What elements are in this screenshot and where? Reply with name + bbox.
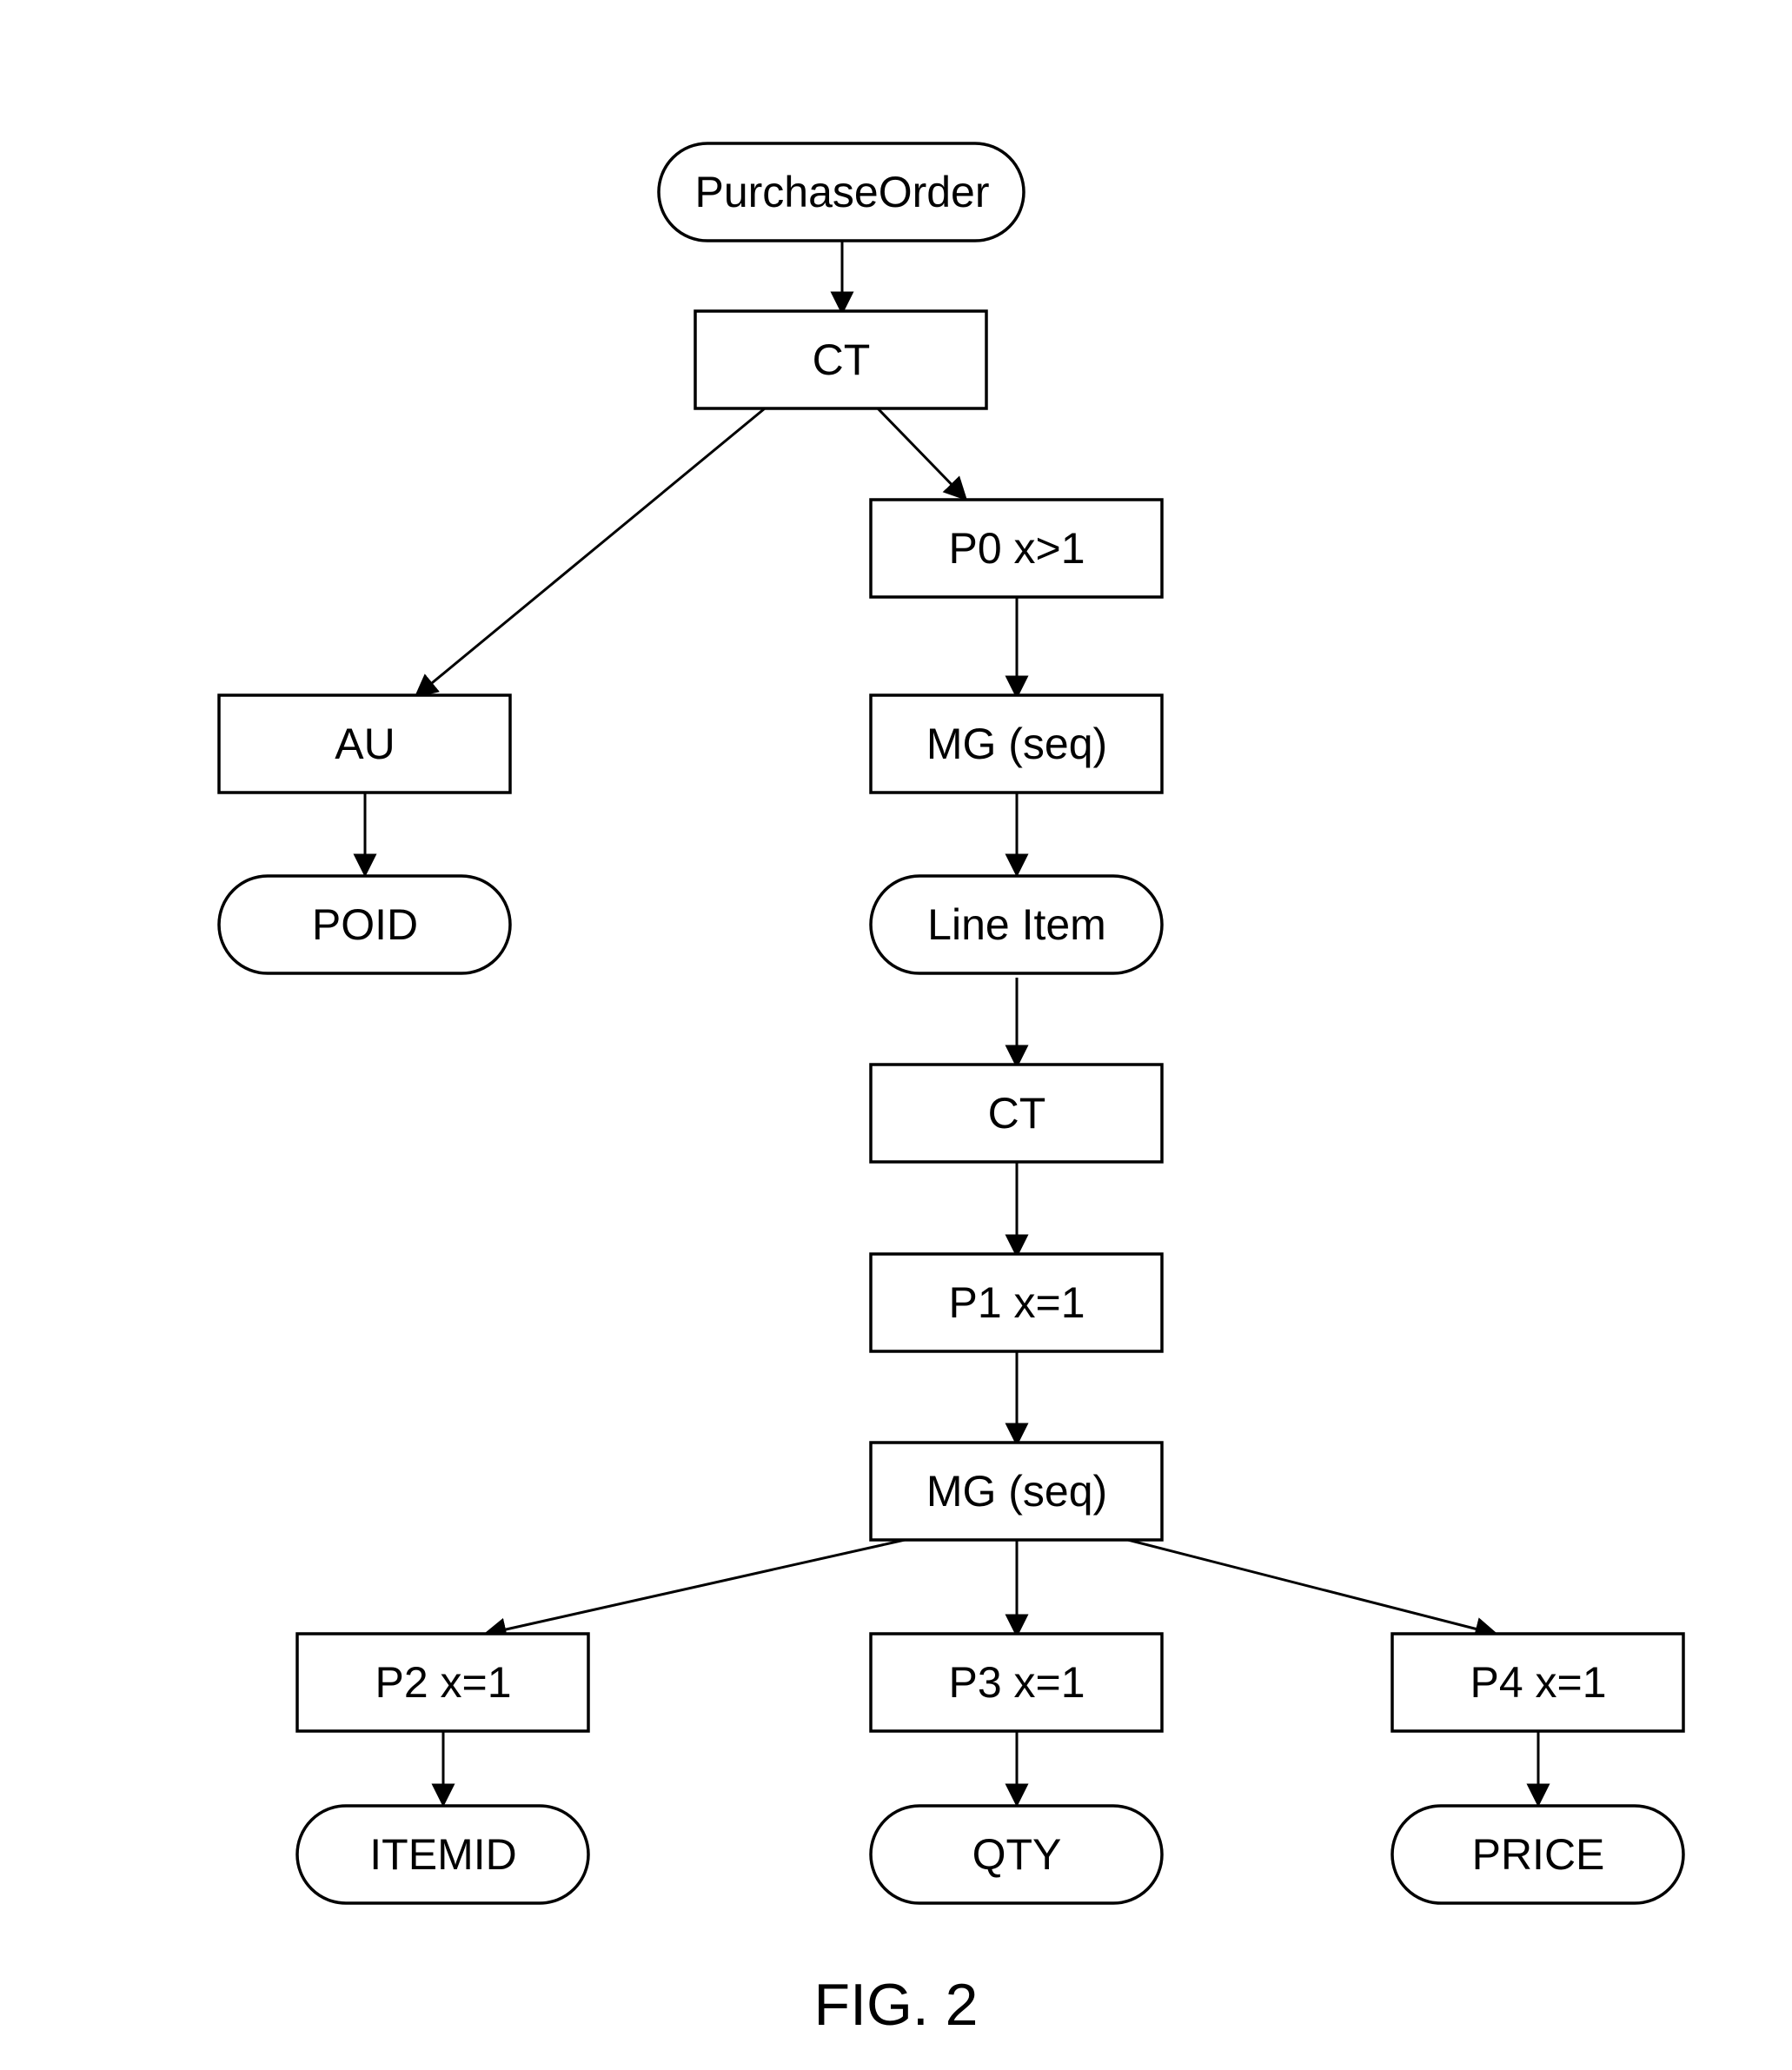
label-au: AU (335, 720, 395, 768)
node-p3: P3 x=1 (871, 1634, 1162, 1731)
label-itemid: ITEMID (369, 1830, 516, 1879)
label-purchaseorder: PurchaseOrder (694, 168, 989, 216)
label-p4: P4 x=1 (1470, 1658, 1606, 1707)
label-mg-lower: MG (seq) (926, 1467, 1107, 1516)
node-itemid: ITEMID (297, 1806, 588, 1903)
label-p3: P3 x=1 (948, 1658, 1085, 1707)
label-mg-upper: MG (seq) (926, 720, 1107, 768)
label-p2: P2 x=1 (375, 1658, 511, 1707)
label-ct-top: CT (813, 335, 871, 384)
node-ct-top: CT (695, 311, 986, 408)
node-p1: P1 x=1 (871, 1254, 1162, 1351)
node-mg-lower: MG (seq) (871, 1443, 1162, 1540)
node-qty: QTY (871, 1806, 1162, 1903)
label-poid: POID (312, 900, 418, 949)
node-ct-lower: CT (871, 1065, 1162, 1162)
node-p0: P0 x>1 (871, 500, 1162, 597)
label-lineitem: Line Item (927, 900, 1106, 949)
schema-tree-diagram: PurchaseOrder CT P0 x>1 AU MG (seq) POID… (0, 0, 1792, 2070)
node-p2: P2 x=1 (297, 1634, 588, 1731)
node-purchaseorder: PurchaseOrder (659, 143, 1024, 241)
node-p4: P4 x=1 (1392, 1634, 1683, 1731)
node-lineitem: Line Item (871, 876, 1162, 973)
label-ct-lower: CT (988, 1089, 1046, 1138)
label-p1: P1 x=1 (948, 1278, 1085, 1327)
label-price: PRICE (1472, 1830, 1605, 1879)
label-qty: QTY (972, 1830, 1062, 1879)
figure-caption: FIG. 2 (814, 1972, 979, 2038)
node-price: PRICE (1392, 1806, 1683, 1903)
label-p0: P0 x>1 (948, 524, 1085, 573)
node-au: AU (219, 695, 510, 793)
node-mg-upper: MG (seq) (871, 695, 1162, 793)
node-poid: POID (219, 876, 510, 973)
